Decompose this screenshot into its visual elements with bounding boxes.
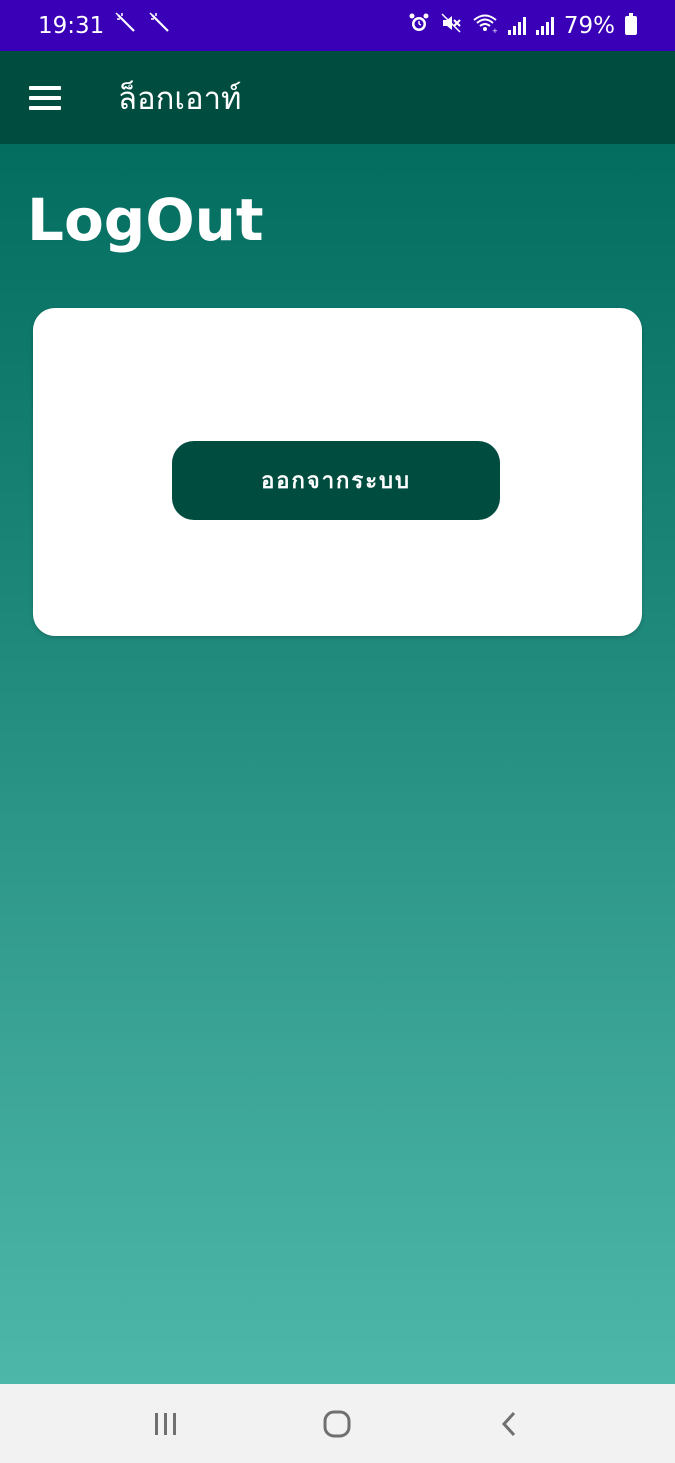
home-icon xyxy=(323,1410,351,1437)
back-icon xyxy=(502,1411,516,1436)
logout-button[interactable]: ออกจากระบบ xyxy=(172,441,500,520)
status-right: + 79% xyxy=(408,12,637,40)
status-bar: 19:31 + 79% xyxy=(0,0,675,51)
app-bar: ล็อกเอาท์ xyxy=(0,51,675,144)
menu-button[interactable] xyxy=(0,51,90,144)
battery-percentage: 79% xyxy=(563,12,615,39)
status-time: 19:31 xyxy=(38,12,105,39)
recent-apps-button[interactable] xyxy=(126,1394,206,1454)
alarm-icon xyxy=(408,12,430,40)
back-button[interactable] xyxy=(469,1394,549,1454)
app-bar-title: ล็อกเอาท์ xyxy=(118,80,242,117)
mute-icon xyxy=(440,12,462,40)
navigation-bar xyxy=(0,1384,675,1463)
magic-wand-icon xyxy=(148,11,172,41)
signal-icon xyxy=(507,16,526,35)
status-left: 19:31 xyxy=(38,11,172,41)
svg-text:+: + xyxy=(492,27,498,34)
magic-wand-icon xyxy=(114,11,138,41)
page-heading: LogOut xyxy=(27,186,264,254)
main-content: LogOut ออกจากระบบ xyxy=(0,144,675,1384)
battery-icon xyxy=(625,13,637,35)
logout-card: ออกจากระบบ xyxy=(33,308,642,636)
recent-apps-icon xyxy=(154,1412,176,1435)
home-button[interactable] xyxy=(297,1394,377,1454)
signal-icon xyxy=(535,16,554,35)
wifi-icon: + xyxy=(472,12,498,40)
hamburger-menu-icon xyxy=(29,85,61,110)
